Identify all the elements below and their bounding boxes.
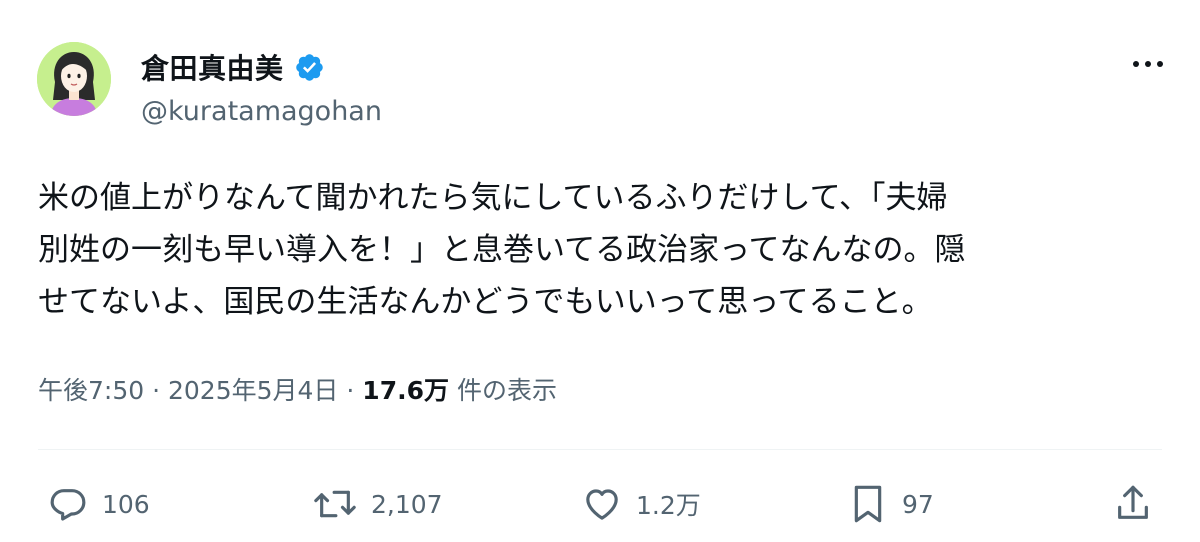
retweet-button[interactable]: 2,107 <box>313 482 443 526</box>
author-name-row[interactable]: 倉田真由美 <box>141 47 325 87</box>
retweet-icon <box>314 490 356 518</box>
tweet-meta: 午後7:50 · 2025年5月4日 · 17.6万 件の表示 <box>38 371 557 407</box>
tweet-text: 米の値上がりなんて聞かれたら気にしているふりだけして、「夫婦 別姓の一刻も早い導… <box>38 172 1178 328</box>
tweet-date[interactable]: 2025年5月4日 <box>168 376 338 405</box>
avatar-illustration <box>37 42 111 116</box>
display-name[interactable]: 倉田真由美 <box>141 47 284 87</box>
avatar[interactable] <box>37 42 111 116</box>
like-button[interactable]: 1.2万 <box>582 482 701 526</box>
tweet-text-line: 別姓の一刻も早い導入を！」と息巻いてる政治家ってなんなの。隠 <box>38 232 966 268</box>
tweet-time[interactable]: 午後7:50 <box>38 376 144 405</box>
share-button[interactable] <box>1113 482 1153 526</box>
verified-badge-icon <box>295 53 323 81</box>
reply-count: 106 <box>102 489 150 519</box>
bookmark-icon <box>854 485 882 523</box>
like-count: 1.2万 <box>636 491 701 520</box>
share-icon <box>1118 485 1148 519</box>
views-label: 件の表示 <box>456 376 557 405</box>
tweet-text-line: せてないよ、国民の生活なんかどうでもいいって思ってること。 <box>38 284 933 320</box>
bookmark-button[interactable]: 97 <box>848 482 934 526</box>
bookmark-count: 97 <box>902 489 934 519</box>
heart-icon <box>586 489 618 520</box>
views-count: 17.6万 <box>362 376 449 405</box>
reply-icon <box>50 489 86 521</box>
more-horizontal-icon[interactable] <box>1130 52 1166 76</box>
reply-button[interactable]: 106 <box>48 482 150 526</box>
user-handle[interactable]: @kuratamagohan <box>141 96 382 127</box>
divider <box>38 449 1162 450</box>
meta-separator: · <box>346 376 355 405</box>
tweet-text-line: 米の値上がりなんて聞かれたら気にしているふりだけして、「夫婦 <box>38 180 948 216</box>
meta-separator: · <box>152 376 161 405</box>
retweet-count: 2,107 <box>371 489 443 519</box>
